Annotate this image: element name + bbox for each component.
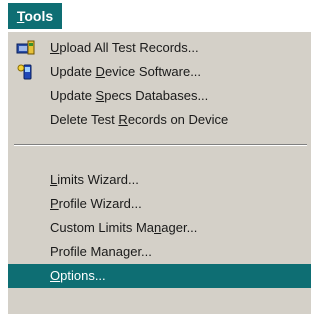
menu-item-label-post: evice Software... <box>104 64 202 79</box>
upload-records-icon <box>16 39 36 57</box>
menu-item-custom-limits-manager[interactable]: Custom Limits Manager... <box>8 216 311 240</box>
menu-item-limits-wizard[interactable]: Limits Wizard... <box>8 168 311 192</box>
menu-item-profile-manager[interactable]: Profile Manager... <box>8 240 311 264</box>
menu-item-label-pre: Update <box>50 88 96 103</box>
menu-item-label-pre: Delete Test <box>50 112 119 127</box>
tools-dropdown-menu: Upload All Test Records... Update Device… <box>6 30 311 314</box>
menu-separator <box>14 144 307 146</box>
menu-item-options[interactable]: Options... <box>8 264 311 288</box>
menu-item-update-specs-databases[interactable]: Update Specs Databases... <box>8 84 311 108</box>
menu-bar: Tools <box>0 0 311 30</box>
menu-item-accel: O <box>50 268 61 283</box>
tools-label-rest: ools <box>24 8 54 24</box>
menu-item-upload-all-test-records[interactable]: Upload All Test Records... <box>8 36 311 60</box>
menu-item-label-post: ecords on Device <box>127 112 229 127</box>
menu-item-label-post: pecs Databases... <box>104 88 209 103</box>
menu-item-label-post: ptions... <box>60 268 106 283</box>
menu-item-label-pre: Custom Limits Ma <box>50 220 155 235</box>
update-device-icon <box>16 63 36 81</box>
menu-item-delete-test-records[interactable]: Delete Test Records on Device <box>8 108 311 132</box>
menu-item-accel: U <box>50 40 60 55</box>
menu-item-accel: P <box>50 196 59 211</box>
menu-item-label-post: imits Wizard... <box>57 172 139 187</box>
menu-item-accel: R <box>118 112 128 127</box>
menu-item-label-pre: Profile Manager... <box>50 244 152 259</box>
tools-menu-title[interactable]: Tools <box>8 3 62 29</box>
menu-item-label-post: pload All Test Records... <box>59 40 199 55</box>
menu-item-accel: D <box>95 64 105 79</box>
menu-item-update-device-software[interactable]: Update Device Software... <box>8 60 311 84</box>
menu-item-accel: S <box>95 88 105 103</box>
menu-item-label-pre: Update <box>50 64 96 79</box>
menu-item-label-post: ager... <box>161 220 198 235</box>
menu-item-label-post: rofile Wizard... <box>58 196 142 211</box>
menu-item-profile-wizard[interactable]: Profile Wizard... <box>8 192 311 216</box>
